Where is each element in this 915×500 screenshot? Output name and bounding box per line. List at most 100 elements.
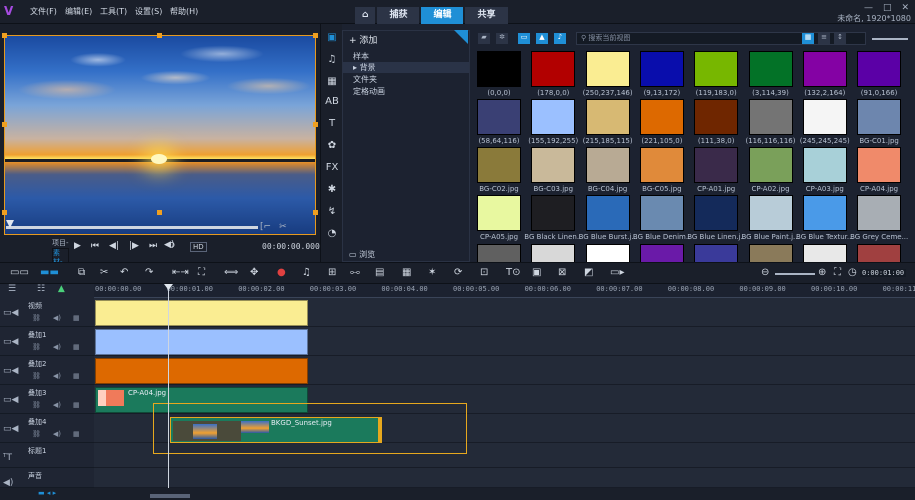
mute-icon[interactable]: ◀) [53, 314, 61, 322]
color-grading-icon[interactable]: ◩ [584, 267, 593, 278]
tab-capture[interactable]: 捕获 [377, 7, 420, 24]
fx-icon[interactable]: FX [325, 162, 339, 176]
resize-handle[interactable] [2, 122, 7, 127]
transition-icon[interactable]: ▦ [325, 76, 339, 90]
library-thumbnail[interactable] [585, 195, 630, 231]
tree-item-stop-motion[interactable]: 定格动画 [353, 86, 385, 97]
timeline-time-display[interactable]: 0:00:01:00 [860, 269, 907, 277]
title-icon-ab[interactable]: AB [325, 96, 339, 110]
library-thumbnail[interactable] [857, 51, 902, 87]
resize-handle[interactable] [313, 122, 318, 127]
library-thumbnail[interactable] [857, 244, 902, 262]
scroll-thumb[interactable] [150, 494, 190, 498]
motion-track-icon[interactable]: ⊞ [328, 267, 336, 278]
timeline-view-icon[interactable]: ▬▬ [40, 267, 59, 278]
track-lane[interactable] [94, 468, 915, 488]
library-thumbnail[interactable] [585, 244, 630, 262]
split-screen-icon[interactable]: ✶ [428, 267, 436, 278]
track-header[interactable]: ▭◀ 叠加2 ⛓ ◀) ▦ [0, 356, 94, 385]
menu-tools[interactable]: 工具(T) [100, 6, 127, 17]
capture-icon[interactable]: ⊡ [480, 267, 488, 278]
library-thumbnail[interactable] [531, 244, 576, 262]
library-thumbnail[interactable] [477, 244, 521, 262]
track-header[interactable]: ᵀT 标题1 [0, 443, 94, 468]
mute-icon[interactable]: ◀) [53, 401, 61, 409]
library-thumbnail[interactable] [694, 147, 739, 183]
clip-selection-box[interactable] [153, 403, 467, 454]
library-thumbnail[interactable] [857, 99, 902, 135]
library-thumbnail[interactable] [639, 99, 684, 135]
media-icon[interactable]: ▣ [325, 32, 339, 46]
zoom-slider[interactable] [775, 273, 815, 275]
library-thumbnail[interactable] [802, 195, 847, 231]
grid-icon[interactable]: ▦ [73, 314, 80, 322]
play-icon[interactable]: ▶ [74, 241, 81, 251]
grid-icon[interactable]: ▦ [73, 372, 80, 380]
resize-handle[interactable] [313, 210, 318, 215]
library-thumbnail[interactable] [477, 195, 521, 231]
menu-file[interactable]: 文件(F) [30, 6, 57, 17]
audio-mixer-icon[interactable]: ♫ [302, 267, 311, 278]
volume-icon[interactable]: ◀) [164, 240, 174, 250]
library-thumbnail[interactable] [531, 147, 576, 183]
link-icon[interactable]: ⛓ [32, 372, 41, 380]
text-icon[interactable]: T [325, 118, 339, 132]
redo-icon[interactable]: ↷ [145, 267, 153, 278]
tree-item-folder[interactable]: 文件夹 [353, 74, 377, 85]
library-thumbnail[interactable] [748, 195, 793, 231]
overlay1-clip[interactable] [95, 329, 308, 355]
track-header[interactable]: ▭◀ 视频 ⛓ ◀) ▦ [0, 298, 94, 327]
playhead[interactable] [168, 284, 169, 488]
cut-icon[interactable]: ✂ [100, 267, 108, 278]
track-up-icon[interactable]: ▲ [58, 284, 65, 294]
library-thumbnail[interactable] [857, 147, 902, 183]
show-audio-icon[interactable]: ♪ [554, 33, 566, 44]
timeline-nav-icon[interactable]: ▬ ◂ ▸ [38, 489, 56, 497]
menu-help[interactable]: 帮助(H) [170, 6, 198, 17]
track-settings-icon[interactable]: ☷ [37, 284, 45, 294]
scrubber-bar[interactable] [6, 226, 258, 229]
auto-music-icon[interactable]: ⧟ [350, 267, 360, 278]
show-photo-icon[interactable]: ▲ [536, 33, 548, 44]
minimize-icon[interactable]: — [864, 3, 873, 13]
fit-project-icon[interactable]: ⛶ [834, 267, 841, 278]
link-icon[interactable]: ⛓ [32, 343, 41, 351]
tab-share[interactable]: 共享 [465, 7, 508, 24]
multi-trim-icon[interactable]: ▤ [375, 267, 384, 278]
next-frame-icon[interactable]: |▶ [129, 241, 139, 251]
show-video-icon[interactable]: ▭ [518, 33, 530, 44]
library-thumbnail[interactable] [639, 51, 684, 87]
library-thumbnail[interactable] [585, 147, 630, 183]
library-thumbnail[interactable] [477, 51, 521, 87]
zoom-out-icon[interactable]: ⊖ [761, 267, 769, 278]
maximize-icon[interactable]: □ [883, 3, 892, 13]
library-thumbnail[interactable] [748, 147, 793, 183]
move-icon[interactable]: ✥ [250, 267, 258, 278]
link-icon[interactable]: ⛓ [32, 401, 41, 409]
zoom-in-icon[interactable]: ⊕ [818, 267, 826, 278]
crop-icon[interactable]: ⛶ [198, 267, 205, 278]
resize-handle[interactable] [2, 210, 7, 215]
grid-icon[interactable]: ▦ [73, 343, 80, 351]
split-icon[interactable]: ✂ [279, 222, 287, 232]
tree-item-backgrounds[interactable]: ▸ 背景 [343, 62, 469, 73]
library-thumbnail[interactable] [694, 195, 739, 231]
library-thumbnail[interactable] [531, 195, 576, 231]
list-view-icon[interactable]: ≡ [818, 33, 830, 44]
track-list-icon[interactable]: ☰ [8, 284, 16, 294]
home-tab-icon[interactable]: ⌂ [355, 7, 376, 24]
grid-icon[interactable]: ▦ [73, 430, 80, 438]
pan-icon[interactable]: ⟺ [224, 267, 238, 278]
repeat-clip-icon[interactable]: ⟳ [454, 267, 462, 278]
sort-icon[interactable]: ↕ [834, 33, 846, 44]
settings-icon[interactable]: ✲ [496, 33, 508, 44]
add-folder-button[interactable]: + 添加 [349, 33, 377, 46]
library-thumbnail[interactable] [802, 244, 847, 262]
library-thumbnail[interactable] [531, 99, 576, 135]
library-thumbnail[interactable] [802, 51, 847, 87]
mute-icon[interactable]: ◀) [53, 372, 61, 380]
link-icon[interactable]: ⛓ [32, 430, 41, 438]
speed-icon[interactable]: ◔ [325, 228, 339, 242]
mute-icon[interactable]: ◀) [53, 430, 61, 438]
resize-handle[interactable] [157, 210, 162, 215]
